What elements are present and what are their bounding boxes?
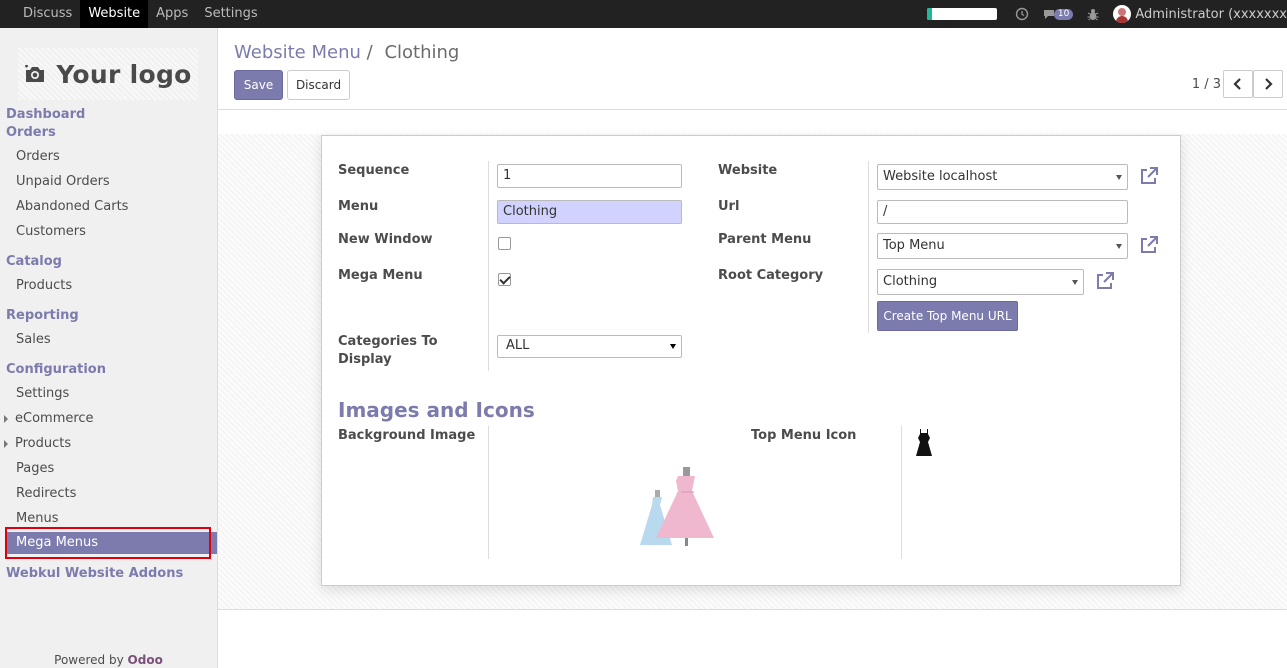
new-window-label: New Window bbox=[338, 232, 433, 247]
right-group-separator bbox=[868, 161, 869, 333]
powered-by-prefix: Powered by bbox=[54, 653, 124, 667]
highlight-annotation-box bbox=[5, 527, 211, 559]
chat-icon[interactable]: 10 bbox=[1043, 8, 1074, 20]
nav-discuss[interactable]: Discuss bbox=[15, 0, 80, 28]
categories-label-line2: Display bbox=[338, 352, 392, 367]
sidebar-heading-webkul[interactable]: Webkul Website Addons bbox=[6, 566, 183, 581]
main-app-menu: Discuss Website Apps Settings bbox=[15, 0, 266, 28]
nav-settings[interactable]: Settings bbox=[196, 0, 265, 28]
save-button[interactable]: Save bbox=[234, 70, 283, 100]
sidebar-item-menus[interactable]: Menus bbox=[16, 511, 58, 526]
nav-apps[interactable]: Apps bbox=[148, 0, 196, 28]
external-link-icon[interactable] bbox=[1095, 271, 1115, 291]
bug-icon[interactable] bbox=[1087, 8, 1099, 21]
website-label: Website bbox=[718, 163, 778, 178]
left-group-separator bbox=[488, 161, 489, 371]
pager-previous-button[interactable] bbox=[1223, 70, 1253, 98]
user-avatar[interactable] bbox=[1113, 5, 1132, 23]
root-category-select-value: Clothing bbox=[883, 274, 938, 289]
breadcrumb-separator: / bbox=[366, 42, 373, 63]
caret-down-icon bbox=[1072, 280, 1078, 285]
parent-menu-select[interactable]: Top Menu bbox=[877, 233, 1128, 259]
breadcrumb-parent[interactable]: Website Menu bbox=[234, 42, 361, 63]
sequence-input[interactable]: 1 bbox=[497, 164, 682, 188]
breadcrumb: Website Menu / Clothing bbox=[234, 42, 459, 63]
caret-right-icon[interactable] bbox=[4, 415, 8, 423]
chevron-left-icon bbox=[1233, 78, 1241, 90]
logo-text: Your logo bbox=[56, 59, 192, 89]
form-sheet: Sequence Menu New Window Mega Menu Categ… bbox=[321, 135, 1181, 586]
pager-value[interactable]: 1 / 3 bbox=[1192, 77, 1221, 92]
chevron-right-icon bbox=[1265, 78, 1273, 90]
dress-icon[interactable] bbox=[916, 428, 932, 458]
chat-count-badge: 10 bbox=[1053, 8, 1074, 20]
control-panel-divider bbox=[218, 109, 1287, 110]
create-top-menu-url-button[interactable]: Create Top Menu URL bbox=[877, 301, 1018, 331]
categories-select-value: ALL bbox=[506, 338, 530, 353]
user-name[interactable]: Administrator (xxxxxxx bbox=[1135, 7, 1287, 22]
menu-input[interactable]: Clothing bbox=[497, 200, 682, 224]
powered-by: Powered by Odoo bbox=[0, 653, 217, 667]
website-select[interactable]: Website localhost bbox=[877, 164, 1128, 190]
top-navbar: Discuss Website Apps Settings 10 Adminis… bbox=[0, 0, 1287, 28]
sidebar-item-settings[interactable]: Settings bbox=[16, 386, 69, 401]
root-category-label: Root Category bbox=[718, 268, 824, 283]
form-view-background: Sequence Menu New Window Mega Menu Categ… bbox=[218, 134, 1287, 610]
sidebar: Your logo Dashboard Orders Orders Unpaid… bbox=[0, 28, 218, 668]
mega-menu-label: Mega Menu bbox=[338, 268, 423, 283]
website-select-value: Website localhost bbox=[883, 169, 998, 184]
clock-icon[interactable] bbox=[1015, 7, 1029, 21]
top-menu-icon-separator bbox=[901, 426, 902, 559]
sidebar-item-abandoned-carts[interactable]: Abandoned Carts bbox=[16, 199, 128, 214]
sidebar-item-pages[interactable]: Pages bbox=[16, 461, 54, 476]
parent-menu-label: Parent Menu bbox=[718, 232, 812, 247]
parent-menu-select-value: Top Menu bbox=[883, 238, 945, 253]
breadcrumb-current: Clothing bbox=[384, 42, 460, 63]
company-logo[interactable]: Your logo bbox=[18, 48, 198, 100]
sidebar-heading-configuration[interactable]: Configuration bbox=[6, 362, 106, 377]
sidebar-item-orders[interactable]: Orders bbox=[16, 149, 60, 164]
external-link-icon[interactable] bbox=[1139, 235, 1159, 255]
sidebar-heading-catalog[interactable]: Catalog bbox=[6, 254, 62, 269]
caret-down-icon bbox=[670, 344, 676, 349]
external-link-icon[interactable] bbox=[1139, 166, 1159, 186]
sidebar-item-unpaid-orders[interactable]: Unpaid Orders bbox=[16, 174, 110, 189]
categories-select[interactable]: ALL bbox=[497, 335, 682, 358]
sidebar-item-redirects[interactable]: Redirects bbox=[16, 486, 76, 501]
sequence-label: Sequence bbox=[338, 163, 410, 178]
odoo-link[interactable]: Odoo bbox=[128, 653, 163, 667]
menu-label: Menu bbox=[338, 199, 379, 214]
discard-button[interactable]: Discard bbox=[287, 70, 350, 100]
systray: 10 Administrator (xxxxxxx bbox=[926, 0, 1287, 28]
url-input[interactable]: / bbox=[877, 200, 1128, 224]
background-image-label: Background Image bbox=[338, 428, 476, 443]
sidebar-item-customers[interactable]: Customers bbox=[16, 224, 86, 239]
categories-label-line1: Categories To bbox=[338, 334, 438, 349]
sidebar-item-config-products[interactable]: Products bbox=[15, 436, 71, 451]
sidebar-item-ecommerce[interactable]: eCommerce bbox=[15, 411, 94, 426]
root-category-select[interactable]: Clothing bbox=[877, 269, 1084, 295]
new-window-checkbox[interactable] bbox=[498, 237, 511, 250]
sidebar-heading-dashboard[interactable]: Dashboard bbox=[6, 107, 85, 122]
caret-down-icon bbox=[1116, 244, 1122, 249]
sidebar-heading-reporting[interactable]: Reporting bbox=[6, 308, 79, 323]
url-label: Url bbox=[718, 199, 740, 214]
caret-down-icon bbox=[1116, 175, 1122, 180]
caret-right-icon[interactable] bbox=[4, 440, 8, 448]
onboarding-progress-bar[interactable] bbox=[926, 8, 997, 20]
sidebar-item-products[interactable]: Products bbox=[16, 278, 72, 293]
sidebar-heading-orders[interactable]: Orders bbox=[6, 125, 56, 140]
nav-website[interactable]: Website bbox=[80, 0, 149, 28]
pager-next-button[interactable] bbox=[1253, 70, 1283, 98]
images-icons-section-title: Images and Icons bbox=[338, 398, 535, 422]
background-image-separator bbox=[488, 426, 489, 559]
main-content: Website Menu / Clothing Save Discard 1 /… bbox=[218, 28, 1287, 668]
camera-icon bbox=[25, 65, 45, 82]
background-image-dress-thumbnail[interactable] bbox=[634, 464, 720, 550]
progress-fill bbox=[926, 8, 933, 20]
sidebar-item-sales[interactable]: Sales bbox=[16, 332, 51, 347]
top-menu-icon-label: Top Menu Icon bbox=[751, 428, 857, 443]
mega-menu-checkbox[interactable] bbox=[498, 273, 511, 286]
